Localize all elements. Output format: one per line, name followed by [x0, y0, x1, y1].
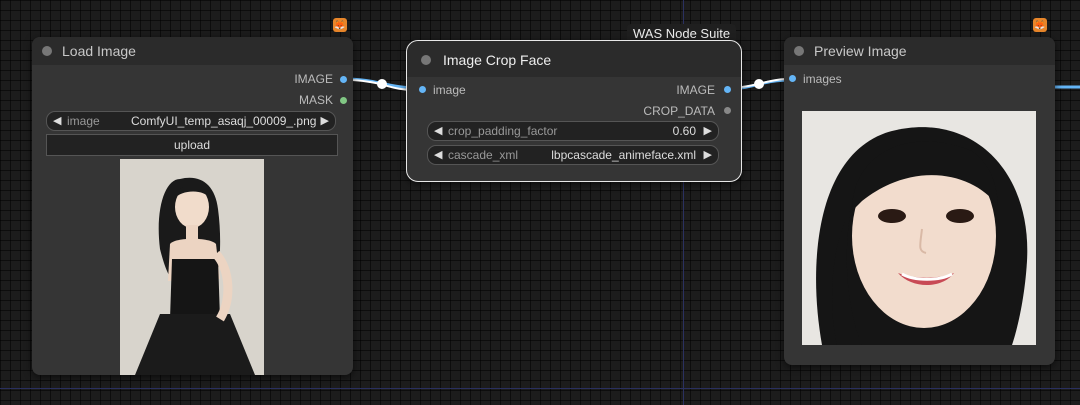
widget-value: 0.60 [672, 124, 696, 138]
arrow-right-icon[interactable]: ▶ [321, 114, 329, 127]
link-midpoint [754, 79, 764, 89]
fox-icon: 🦊 [1033, 18, 1047, 32]
output-dot-crop-data[interactable] [724, 107, 731, 114]
widget-label: image [67, 114, 100, 128]
arrow-right-icon[interactable]: ▶ [704, 148, 712, 161]
node-title-bar[interactable]: Image Crop Face [407, 41, 741, 77]
node-title-bar[interactable]: Load Image [32, 37, 353, 65]
cascade-xml-widget[interactable]: ◀ cascade_xml lbpcascade_animeface.xml ▶ [427, 145, 719, 165]
input-slot-image: image [433, 83, 466, 97]
widget-value: ComfyUI_temp_asaqj_00009_.png [131, 114, 317, 128]
load-image-node[interactable]: Load Image IMAGE MASK ◀ image ComfyUI_te… [32, 37, 353, 375]
output-slot-image: IMAGE [676, 83, 715, 97]
collapse-dot-icon[interactable] [421, 55, 431, 65]
output-slot-mask: MASK [298, 93, 333, 107]
output-dot-image[interactable] [724, 86, 731, 93]
arrow-left-icon[interactable]: ◀ [434, 148, 442, 161]
input-dot-image[interactable] [419, 86, 426, 93]
collapse-dot-icon[interactable] [794, 46, 804, 56]
arrow-right-icon[interactable]: ▶ [704, 124, 712, 137]
widget-value: lbpcascade_animeface.xml [551, 148, 696, 162]
output-dot-image[interactable] [340, 76, 347, 83]
collapse-dot-icon[interactable] [42, 46, 52, 56]
input-dot-images[interactable] [789, 75, 796, 82]
output-slot-crop-data: CROP_DATA [643, 104, 715, 118]
face-photo-illustration [802, 111, 1036, 345]
arrow-left-icon[interactable]: ◀ [434, 124, 442, 137]
preview-image-node[interactable]: Preview Image images [784, 37, 1055, 365]
crop-padding-factor-widget[interactable]: ◀ crop_padding_factor 0.60 ▶ [427, 121, 719, 141]
widget-label: cascade_xml [448, 148, 519, 162]
node-title: Preview Image [814, 43, 907, 59]
link-midpoint [377, 79, 387, 89]
node-title-bar[interactable]: Preview Image [784, 37, 1055, 65]
output-dot-mask[interactable] [340, 97, 347, 104]
image-combo-widget[interactable]: ◀ image ComfyUI_temp_asaqj_00009_.png ▶ [46, 111, 336, 131]
widget-label: crop_padding_factor [448, 124, 558, 138]
output-slot-image: IMAGE [294, 72, 333, 86]
image-crop-face-node[interactable]: Image Crop Face image IMAGE CROP_DATA ◀ … [406, 40, 742, 182]
preview-image-output [802, 111, 1036, 345]
upload-button[interactable]: upload [46, 134, 338, 156]
node-title: Image Crop Face [443, 52, 552, 68]
woman-photo-illustration [120, 159, 264, 375]
fox-icon: 🦊 [333, 18, 347, 32]
node-title: Load Image [62, 43, 136, 59]
input-slot-images: images [803, 72, 842, 86]
loaded-image-preview [120, 159, 264, 375]
arrow-left-icon[interactable]: ◀ [53, 114, 61, 127]
